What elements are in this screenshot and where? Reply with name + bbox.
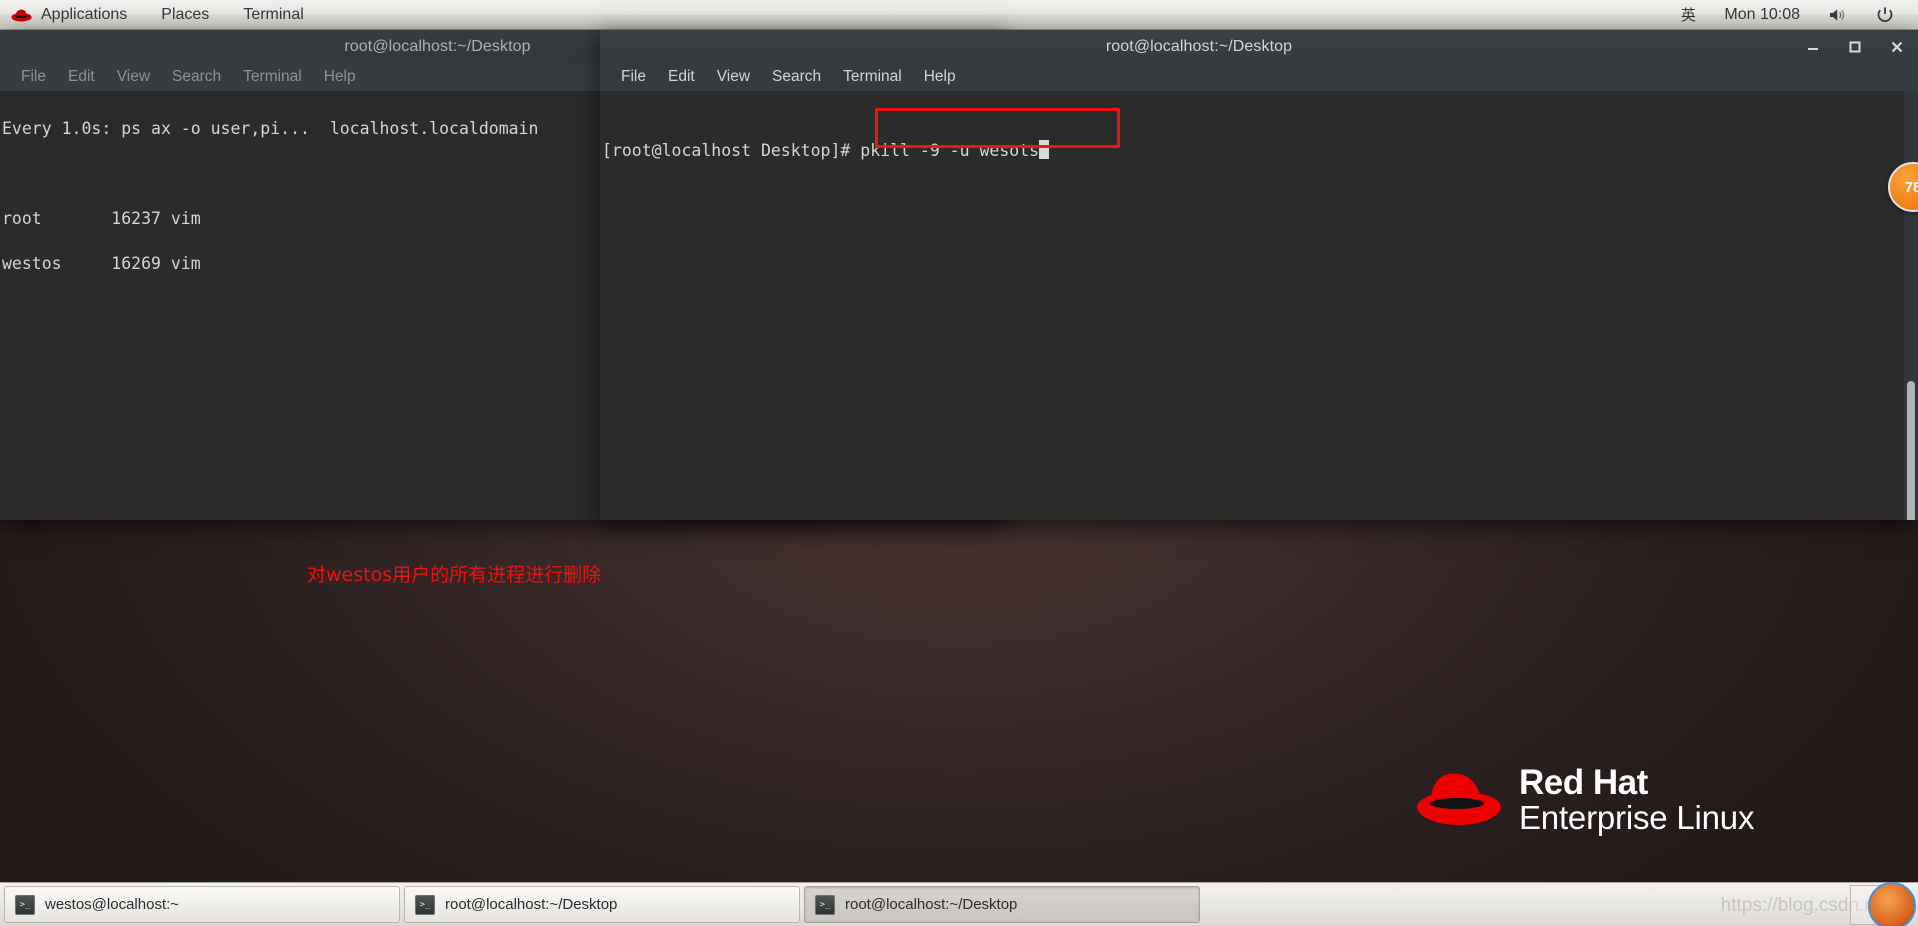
menu-search[interactable]: Search	[161, 68, 232, 86]
menu-view[interactable]: View	[706, 68, 761, 86]
user-avatar[interactable]	[1868, 882, 1916, 926]
shell-prompt: [root@localhost Desktop]#	[602, 141, 861, 160]
annotation-text: 对westos用户的所有进程进行删除	[307, 564, 602, 586]
taskbar-item-2[interactable]: >_ root@localhost:~/Desktop	[804, 886, 1200, 923]
active-terminal-window[interactable]: root@localhost:~/Desktop File Edit View …	[600, 30, 1918, 520]
menu-help[interactable]: Help	[313, 68, 367, 86]
menu-view[interactable]: View	[106, 68, 161, 86]
menu-edit[interactable]: Edit	[57, 68, 106, 86]
taskbar-item-0[interactable]: >_ westos@localhost:~	[4, 886, 400, 923]
clock[interactable]: Mon 10:08	[1710, 0, 1814, 29]
terminal-icon: >_	[15, 894, 35, 915]
rhel-logo-line2: Enterprise Linux	[1519, 798, 1755, 836]
text-cursor	[1039, 140, 1050, 159]
gnome-top-bar: Applications Places Terminal 英 Mon 10:08	[0, 0, 1918, 30]
active-terminal-output[interactable]: [root@localhost Desktop]# pkill -9 -u we…	[600, 91, 1918, 520]
terminal-icon: >_	[815, 894, 835, 915]
taskbar-item-1-label: root@localhost:~/Desktop	[445, 896, 618, 913]
top-bar-left-group: Applications Places Terminal	[0, 0, 321, 29]
terminal-app-menu[interactable]: Terminal	[226, 0, 320, 29]
menu-help[interactable]: Help	[913, 68, 967, 86]
close-icon[interactable]	[1876, 30, 1918, 63]
top-bar-right-group: 英 Mon 10:08	[1667, 0, 1918, 29]
applications-label: Applications	[41, 5, 128, 23]
active-window-menubar: File Edit View Search Terminal Help	[600, 63, 1918, 91]
active-window-titlebar[interactable]: root@localhost:~/Desktop	[600, 30, 1918, 63]
redhat-logo-icon	[1415, 767, 1503, 832]
taskbar-item-0-label: westos@localhost:~	[45, 896, 180, 913]
shell-prompt-line: [root@localhost Desktop]# pkill -9 -u we…	[602, 140, 1918, 163]
redhat-hat-icon	[11, 8, 32, 22]
scrollbar-thumb[interactable]	[1907, 381, 1915, 520]
rhel-logo-line1: Red Hat	[1519, 763, 1648, 802]
applications-menu[interactable]: Applications	[0, 0, 144, 29]
typed-command: pkill -9 -u wesots	[860, 141, 1040, 160]
minimize-icon[interactable]	[1792, 30, 1834, 63]
window-controls	[1792, 30, 1918, 63]
rhel-logo-text: Red Hat Enterprise Linux	[1519, 765, 1754, 834]
places-label: Places	[161, 5, 210, 23]
edge-badge-count: 78	[1904, 178, 1918, 196]
taskbar-item-2-label: root@localhost:~/Desktop	[845, 896, 1018, 913]
menu-terminal[interactable]: Terminal	[232, 68, 313, 86]
maximize-icon[interactable]	[1834, 30, 1876, 63]
menu-file[interactable]: File	[610, 68, 657, 86]
menu-edit[interactable]: Edit	[657, 68, 706, 86]
clock-label: Mon 10:08	[1724, 5, 1800, 23]
menu-search[interactable]: Search	[761, 68, 832, 86]
rhel-desktop-logo: Red Hat Enterprise Linux	[1415, 765, 1754, 834]
vertical-scrollbar[interactable]	[1904, 91, 1918, 520]
places-menu[interactable]: Places	[144, 0, 226, 29]
taskbar-item-1[interactable]: >_ root@localhost:~/Desktop	[404, 886, 800, 923]
terminal-icon: >_	[415, 894, 435, 915]
input-method-label: 英	[1680, 7, 1697, 24]
power-icon[interactable]	[1862, 0, 1908, 29]
volume-icon[interactable]	[1814, 0, 1862, 29]
active-window-title: root@localhost:~/Desktop	[1105, 37, 1293, 55]
desktop-screen: Applications Places Terminal 英 Mon 10:08	[0, 0, 1918, 926]
menu-terminal[interactable]: Terminal	[832, 68, 913, 86]
terminal-app-label: Terminal	[243, 5, 304, 23]
input-method-indicator[interactable]: 英	[1667, 0, 1711, 29]
menu-file[interactable]: File	[10, 68, 57, 86]
window-taskbar: >_ westos@localhost:~ >_ root@localhost:…	[0, 882, 1918, 926]
